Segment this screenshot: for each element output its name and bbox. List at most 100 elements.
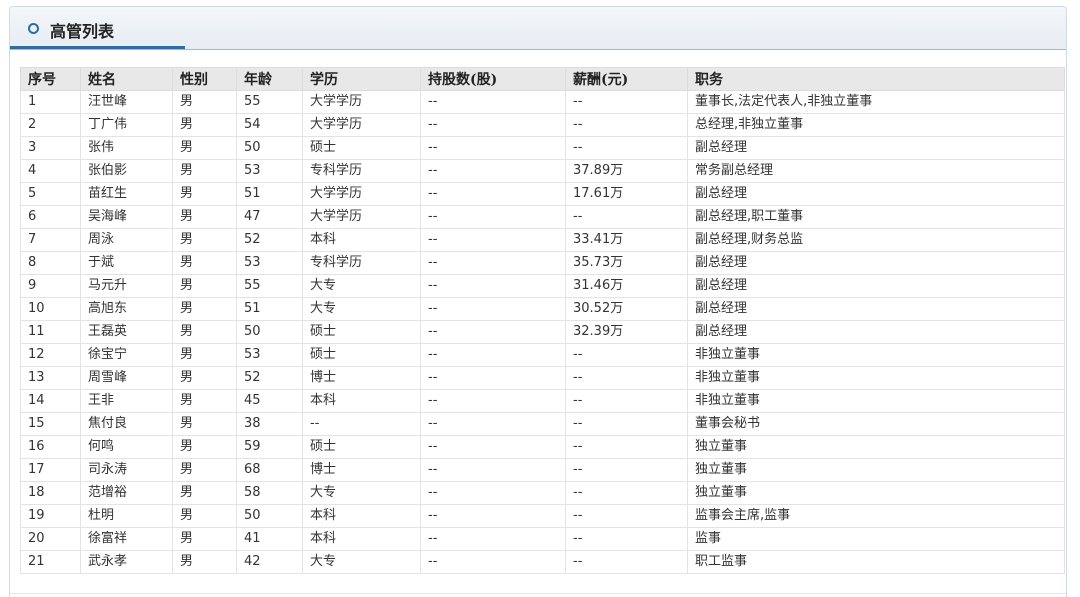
cell-name: 苗红生 xyxy=(80,182,173,206)
col-header-name: 姓名 xyxy=(80,67,173,91)
cell-education: 大专 xyxy=(302,481,421,505)
cell-gender: 男 xyxy=(172,182,237,206)
cell-name: 徐富祥 xyxy=(80,527,173,551)
cell-position: 副总经理,职工董事 xyxy=(687,205,1065,229)
cell-index: 20 xyxy=(20,527,81,551)
cell-index: 3 xyxy=(20,136,81,160)
table-row: 8 于斌男 53 专科学历 -- 35.73万 副总经理 xyxy=(20,251,1065,275)
cell-age: 51 xyxy=(236,297,303,321)
cell-position: 非独立董事 xyxy=(687,389,1065,413)
cell-salary: 35.73万 xyxy=(565,251,688,275)
cell-index: 16 xyxy=(20,435,81,459)
cell-shares: -- xyxy=(420,90,566,114)
cell-gender: 男 xyxy=(172,205,237,229)
cell-position: 副总经理,财务总监 xyxy=(687,228,1065,252)
col-header-education: 学历 xyxy=(302,67,421,91)
cell-shares: -- xyxy=(420,412,566,436)
cell-education: 本科 xyxy=(302,527,421,551)
cell-position: 董事长,法定代表人,非独立董事 xyxy=(687,90,1065,114)
cell-education: -- xyxy=(302,412,421,436)
cell-education: 博士 xyxy=(302,458,421,482)
cell-name: 于斌 xyxy=(80,251,173,275)
cell-age: 45 xyxy=(236,389,303,413)
cell-education: 本科 xyxy=(302,228,421,252)
cell-age: 50 xyxy=(236,320,303,344)
panel-title: 高管列表 xyxy=(50,22,115,41)
cell-index: 13 xyxy=(20,366,81,390)
cell-education: 大专 xyxy=(302,274,421,298)
cell-salary: -- xyxy=(565,113,688,137)
cell-position: 副总经理 xyxy=(687,251,1065,275)
cell-age: 52 xyxy=(236,228,303,252)
col-header-salary: 薪酬(元) xyxy=(565,67,688,91)
cell-gender: 男 xyxy=(172,159,237,183)
cell-position: 副总经理 xyxy=(687,274,1065,298)
cell-age: 68 xyxy=(236,458,303,482)
cell-shares: -- xyxy=(420,366,566,390)
cell-index: 19 xyxy=(20,504,81,528)
cell-shares: -- xyxy=(420,136,566,160)
cell-gender: 男 xyxy=(172,389,237,413)
table-header-row: 序号 姓名 性别 年龄 学历 持股数(股) 薪酬(元) 职务 xyxy=(20,67,1065,91)
table-row: 14 王非男 45 本科 -- -- 非独立董事 xyxy=(20,389,1065,413)
cell-age: 50 xyxy=(236,136,303,160)
cell-index: 10 xyxy=(20,297,81,321)
cell-age: 50 xyxy=(236,504,303,528)
cell-index: 12 xyxy=(20,343,81,367)
cell-name: 何鸣 xyxy=(80,435,173,459)
col-header-shares: 持股数(股) xyxy=(420,67,566,91)
cell-shares: -- xyxy=(420,228,566,252)
cell-name: 周泳 xyxy=(80,228,173,252)
cell-education: 硕士 xyxy=(302,136,421,160)
col-header-age: 年龄 xyxy=(236,67,303,91)
panel-header: 高管列表 xyxy=(10,7,1066,50)
cell-salary: -- xyxy=(565,366,688,390)
table-row: 19 杜明男 50 本科 -- -- 监事会主席,监事 xyxy=(20,504,1065,528)
cell-index: 6 xyxy=(20,205,81,229)
circle-bullet-icon xyxy=(28,23,39,34)
cell-gender: 男 xyxy=(172,343,237,367)
cell-shares: -- xyxy=(420,458,566,482)
cell-index: 7 xyxy=(20,228,81,252)
table-row: 5 苗红生男 51 大学学历 -- 17.61万 副总经理 xyxy=(20,182,1065,206)
cell-index: 18 xyxy=(20,481,81,505)
cell-education: 大专 xyxy=(302,550,421,574)
cell-position: 副总经理 xyxy=(687,136,1065,160)
table-row: 7 周泳男 52 本科 -- 33.41万 副总经理,财务总监 xyxy=(20,228,1065,252)
cell-salary: -- xyxy=(565,205,688,229)
table-row: 1 汪世峰男 55 大学学历 -- -- 董事长,法定代表人,非独立董事 xyxy=(20,90,1065,114)
table-body: 1 汪世峰男 55 大学学历 -- -- 董事长,法定代表人,非独立董事 2 丁广伟男 54 大学学… xyxy=(20,90,1065,574)
cell-index: 2 xyxy=(20,113,81,137)
cell-age: 38 xyxy=(236,412,303,436)
cell-position: 副总经理 xyxy=(687,320,1065,344)
cell-name: 杜明 xyxy=(80,504,173,528)
cell-gender: 男 xyxy=(172,297,237,321)
cell-index: 1 xyxy=(20,90,81,114)
cell-name: 马元升 xyxy=(80,274,173,298)
cell-gender: 男 xyxy=(172,412,237,436)
cell-salary: 30.52万 xyxy=(565,297,688,321)
cell-education: 大学学历 xyxy=(302,113,421,137)
cell-position: 独立董事 xyxy=(687,481,1065,505)
cell-age: 41 xyxy=(236,527,303,551)
table-row: 17 司永涛男 68 博士 -- -- 独立董事 xyxy=(20,458,1065,482)
table-row: 4 张伯影男 53 专科学历 -- 37.89万 常务副总经理 xyxy=(20,159,1065,183)
cell-name: 丁广伟 xyxy=(80,113,173,137)
cell-gender: 男 xyxy=(172,113,237,137)
cell-position: 副总经理 xyxy=(687,297,1065,321)
cell-shares: -- xyxy=(420,113,566,137)
cell-name: 张伯影 xyxy=(80,159,173,183)
cell-name: 汪世峰 xyxy=(80,90,173,114)
cell-shares: -- xyxy=(420,435,566,459)
cell-gender: 男 xyxy=(172,435,237,459)
col-header-index: 序号 xyxy=(20,67,81,91)
cell-age: 55 xyxy=(236,90,303,114)
table-row: 6 吴海峰男 47 大学学历 -- -- 副总经理,职工董事 xyxy=(20,205,1065,229)
cell-salary: 17.61万 xyxy=(565,182,688,206)
cell-education: 硕士 xyxy=(302,320,421,344)
cell-position: 非独立董事 xyxy=(687,366,1065,390)
cell-education: 硕士 xyxy=(302,435,421,459)
cell-age: 51 xyxy=(236,182,303,206)
cell-shares: -- xyxy=(420,527,566,551)
cell-age: 47 xyxy=(236,205,303,229)
